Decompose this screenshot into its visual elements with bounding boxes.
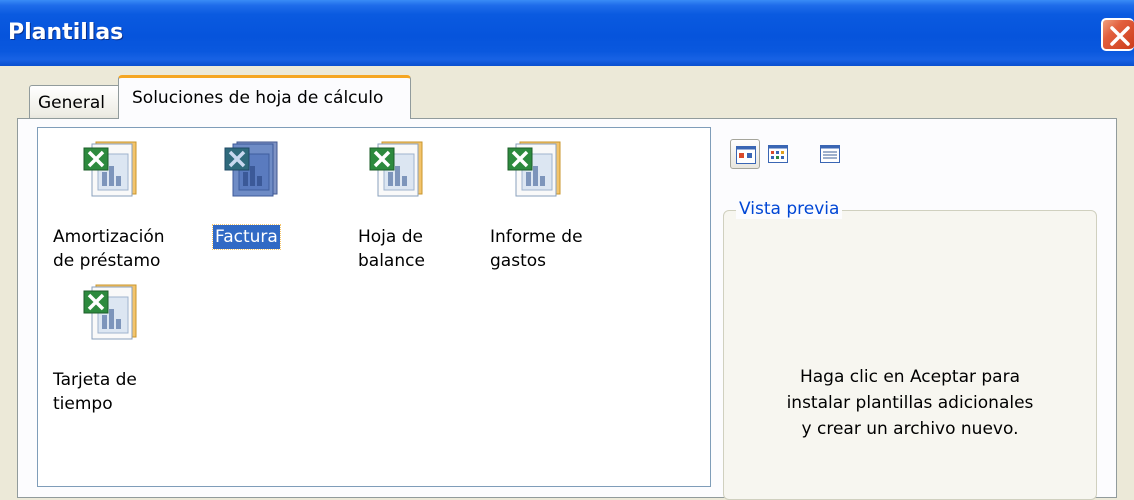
close-button[interactable] [1101, 18, 1134, 51]
excel-template-icon [507, 141, 561, 197]
tab-spreadsheet-solutions-label: Soluciones de hoja de cálculo [132, 88, 384, 108]
title-bar[interactable]: Plantillas [0, 0, 1134, 66]
preview-group [723, 210, 1097, 500]
list-view-icon [768, 145, 788, 163]
preview-message: Haga clic en Aceptar para instalar plant… [786, 367, 1034, 439]
template-label: Informe de gastos [490, 227, 583, 271]
excel-template-icon [83, 284, 137, 340]
tab-general[interactable]: General [29, 85, 121, 119]
template-label: Tarjeta de tiempo [53, 370, 137, 414]
tab-general-label: General [38, 93, 105, 113]
close-icon [1110, 26, 1130, 46]
excel-template-icon [83, 141, 137, 197]
template-label: Hoja de balance [358, 227, 425, 271]
template-label: Amortización de préstamo [53, 227, 165, 271]
excel-template-icon [369, 141, 423, 197]
details-view-button[interactable] [815, 139, 845, 169]
large-icons-view-icon [736, 146, 756, 164]
details-view-icon [820, 145, 840, 163]
large-icons-view-button[interactable] [730, 139, 760, 169]
preview-legend: Vista previa [736, 199, 843, 219]
tab-spreadsheet-solutions[interactable]: Soluciones de hoja de cálculo [118, 75, 411, 119]
template-label-selected: Factura [212, 224, 281, 250]
template-list[interactable]: Amortización de préstamo Factura Hoja de… [37, 127, 711, 487]
excel-template-icon [224, 141, 278, 197]
window-title: Plantillas [8, 20, 124, 45]
list-view-button[interactable] [763, 139, 793, 169]
